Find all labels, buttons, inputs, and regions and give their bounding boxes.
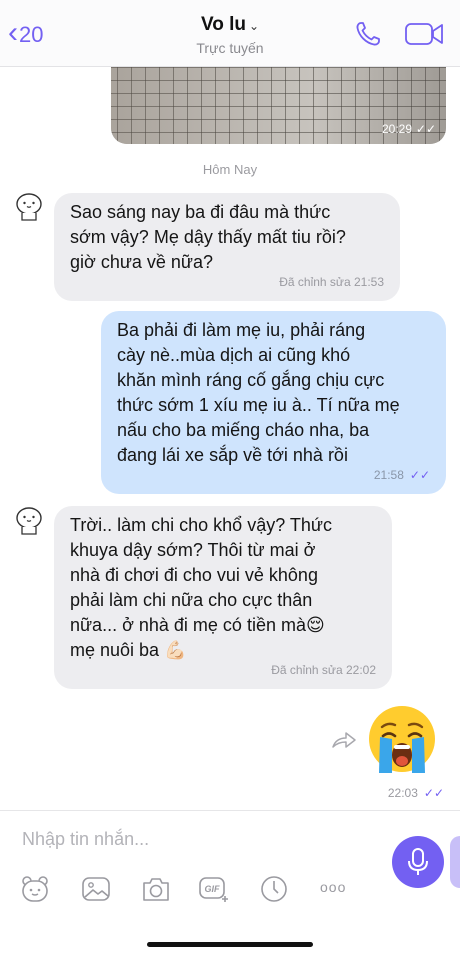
message-meta: 22:03 ✓✓: [387, 786, 444, 800]
message-bubble-incoming[interactable]: Sao sáng nay ba đi đâu mà thức sớm vậy? …: [54, 193, 400, 301]
message-input[interactable]: Nhập tin nhắn...: [22, 829, 149, 850]
more-icon[interactable]: ooo: [320, 879, 346, 895]
date-separator: Hôm Nay: [202, 162, 258, 177]
svg-text:GIF: GIF: [205, 884, 221, 894]
message-bubble-outgoing[interactable]: Ba phải đi làm mẹ iu, phải ráng cày nè..…: [101, 311, 446, 494]
contact-title[interactable]: Vo lu ⌄ Trực tuyến: [0, 14, 460, 56]
message-text: Ba phải đi làm mẹ iu, phải ráng cày nè..…: [117, 320, 400, 465]
microphone-icon: [408, 848, 428, 875]
composer-bar: Nhập tin nhắn...: [0, 810, 460, 959]
message-text: Sao sáng nay ba đi đâu mà thức sớm vậy? …: [70, 202, 346, 272]
message-bubble-incoming[interactable]: Trời.. làm chi cho khổ vậy? Thức khuya d…: [54, 506, 392, 689]
voice-record-button[interactable]: [392, 836, 444, 888]
sticker-icon[interactable]: [20, 875, 50, 903]
presence-status: Trực tuyến: [196, 40, 264, 56]
message-time: 20:29: [381, 122, 412, 136]
video-call-icon[interactable]: [404, 20, 446, 53]
phone-icon[interactable]: [354, 20, 382, 53]
read-ticks-icon: ✓✓: [423, 786, 444, 800]
forward-icon[interactable]: [330, 730, 358, 750]
message-meta: 21:58 ✓✓: [373, 468, 430, 482]
clock-icon[interactable]: [260, 875, 288, 903]
message-meta: Đã chỉnh sửa 21:53: [279, 275, 384, 289]
read-ticks-icon: ✓✓: [409, 468, 430, 482]
contact-avatar-icon[interactable]: [14, 192, 44, 222]
camera-icon[interactable]: [140, 875, 172, 903]
message-text: Trời.. làm chi cho khổ vậy? Thức khuya d…: [70, 515, 332, 660]
chat-header: ‹ 20 Vo lu ⌄ Trực tuyến: [0, 0, 460, 67]
secondary-action-button[interactable]: [450, 836, 460, 888]
chevron-down-icon: ⌄: [248, 19, 260, 33]
gif-icon: GIF: [199, 877, 228, 902]
contact-name: Vo lu: [200, 14, 246, 35]
crying-face-icon[interactable]: [366, 703, 438, 775]
message-meta: Đã chỉnh sửa 22:02: [271, 663, 376, 677]
home-indicator: [147, 942, 313, 947]
gif-button[interactable]: GIF: [198, 875, 228, 902]
contact-avatar-icon[interactable]: [14, 506, 44, 536]
photo-message[interactable]: 20:29 ✓✓: [111, 64, 446, 144]
gallery-icon[interactable]: [81, 875, 111, 903]
read-ticks-icon: ✓✓: [415, 122, 436, 136]
